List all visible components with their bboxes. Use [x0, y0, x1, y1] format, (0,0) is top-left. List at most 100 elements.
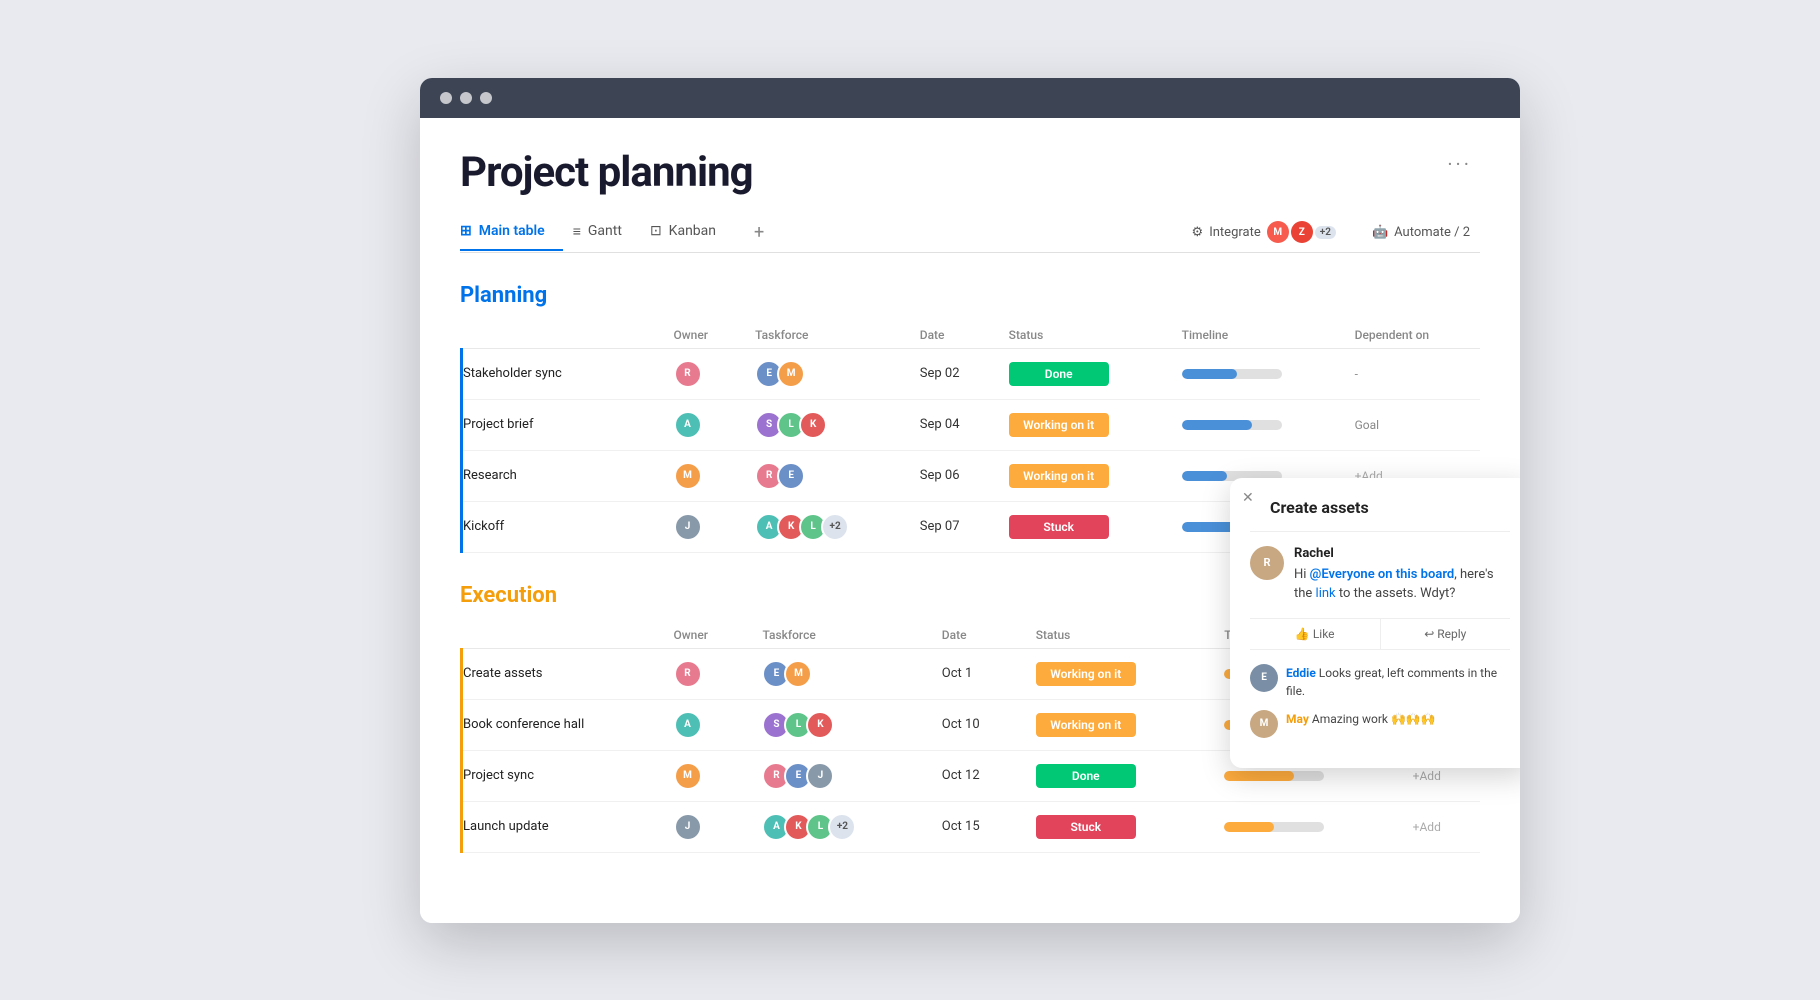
table-row: Stakeholder sync R E M: [462, 348, 1481, 399]
col-taskforce: Taskforce: [743, 322, 908, 349]
avatar: J: [674, 513, 702, 541]
tabs-right-actions: ⚙ Integrate M Z +2 🤖 Automate / 2: [1182, 215, 1480, 249]
col-timeline: Timeline: [1170, 322, 1343, 349]
col-task: [462, 622, 662, 649]
comment-panel-title: Create assets: [1250, 498, 1510, 517]
comment-panel: ✕ Create assets R Rachel Hi @Everyone on…: [1230, 478, 1520, 768]
monday-icon: M: [1267, 221, 1289, 243]
reply-avatar-eddie: E: [1250, 664, 1278, 692]
comment-body: Rachel Hi @Everyone on this board, here'…: [1294, 546, 1510, 604]
tab-gantt[interactable]: ≡ Gantt: [573, 213, 640, 252]
integrate-button[interactable]: ⚙ Integrate M Z +2: [1182, 215, 1346, 249]
col-taskforce: Taskforce: [750, 622, 929, 649]
status-cell: Stuck: [997, 501, 1170, 552]
date-cell: Oct 1: [930, 648, 1024, 699]
add-view-button[interactable]: +: [744, 222, 774, 243]
status-cell: Done: [997, 348, 1170, 399]
status-badge: Stuck: [1009, 515, 1109, 539]
owner-cell: J: [662, 801, 751, 852]
date-cell: Sep 07: [908, 501, 997, 552]
avatar: R: [674, 660, 702, 688]
tab-kanban-label: Kanban: [669, 223, 716, 239]
reply-content-eddie: Looks great, left comments in the file.: [1286, 666, 1497, 698]
col-owner: Owner: [662, 622, 751, 649]
task-name: Launch update: [462, 801, 662, 852]
comment-close-button[interactable]: ✕: [1242, 490, 1254, 506]
comment-divider: [1250, 531, 1510, 532]
reply-text-may: May Amazing work 🙌🙌🙌: [1286, 710, 1436, 728]
status-cell: Working on it: [1024, 648, 1212, 699]
date-cell: Oct 10: [930, 699, 1024, 750]
reply-author-eddie: Eddie: [1286, 666, 1316, 680]
table-row: Project brief A S L K: [462, 399, 1481, 450]
date-cell: Sep 02: [908, 348, 997, 399]
date-cell: Oct 12: [930, 750, 1024, 801]
avatar: J: [674, 813, 702, 841]
avatar: A: [674, 711, 702, 739]
automate-icon: 🤖: [1372, 225, 1388, 240]
col-status: Status: [997, 322, 1170, 349]
page-title: Project planning: [460, 148, 753, 197]
automate-button[interactable]: 🤖 Automate / 2: [1362, 219, 1480, 246]
status-badge: Done: [1036, 764, 1136, 788]
col-status: Status: [1024, 622, 1212, 649]
table-row: Launch update J A K L: [462, 801, 1481, 852]
owner-cell: J: [662, 501, 744, 552]
browser-dot-2: [460, 92, 472, 104]
status-badge: Done: [1009, 362, 1109, 386]
status-cell: Working on it: [997, 450, 1170, 501]
like-button[interactable]: 👍 Like: [1250, 619, 1381, 649]
taskforce-cell: E M: [743, 348, 908, 399]
avatar: E: [777, 462, 805, 490]
status-cell: Working on it: [1024, 699, 1212, 750]
taskforce-cell: S L K: [750, 699, 929, 750]
status-badge: Working on it: [1009, 413, 1109, 437]
taskforce-cell: R E J: [750, 750, 929, 801]
avatar: M: [674, 762, 702, 790]
comment-author-name: Rachel: [1294, 546, 1510, 561]
browser-window: Project planning ··· ⊞ Main table ≡ Gant…: [420, 78, 1520, 923]
col-date: Date: [930, 622, 1024, 649]
comment-author-avatar: R: [1250, 546, 1284, 580]
add-cell[interactable]: +Add: [1401, 801, 1480, 852]
comment-link[interactable]: link: [1316, 586, 1336, 601]
comment-text-after: to the assets. Wdyt?: [1336, 586, 1456, 601]
status-badge: Stuck: [1036, 815, 1136, 839]
reply-content-may: Amazing work 🙌🙌🙌: [1312, 712, 1436, 726]
avatar: A: [674, 411, 702, 439]
dependent-cell: Goal: [1343, 399, 1480, 450]
timeline-cell: [1212, 801, 1400, 852]
avatar-more: +2: [828, 813, 856, 841]
avatar: K: [799, 411, 827, 439]
reply-button[interactable]: ↩ Reply: [1381, 619, 1511, 649]
date-cell: Sep 04: [908, 399, 997, 450]
task-name: Project sync: [462, 750, 662, 801]
tab-gantt-label: Gantt: [588, 223, 622, 239]
owner-cell: M: [662, 450, 744, 501]
owner-cell: R: [662, 648, 751, 699]
taskforce-cell: A K L +2: [750, 801, 929, 852]
taskforce-cell: A K L +2: [743, 501, 908, 552]
avatar: M: [674, 462, 702, 490]
more-options-button[interactable]: ···: [1439, 148, 1480, 180]
task-name: Stakeholder sync: [462, 348, 662, 399]
browser-dot-3: [480, 92, 492, 104]
taskforce-cell: R E: [743, 450, 908, 501]
avatar: M: [777, 360, 805, 388]
tab-kanban[interactable]: ⊡ Kanban: [650, 213, 734, 251]
col-owner: Owner: [662, 322, 744, 349]
date-cell: Oct 15: [930, 801, 1024, 852]
owner-cell: M: [662, 750, 751, 801]
integration-icons: M Z +2: [1267, 221, 1336, 243]
integration-plus: +2: [1315, 226, 1336, 239]
owner-cell: A: [662, 399, 744, 450]
tab-main-table[interactable]: ⊞ Main table: [460, 213, 563, 251]
kanban-icon: ⊡: [650, 223, 662, 239]
avatar: R: [674, 360, 702, 388]
planning-table-header: Owner Taskforce Date Status Timeline Dep…: [462, 322, 1481, 349]
dependent-cell: -: [1343, 348, 1480, 399]
comment-actions: 👍 Like ↩ Reply: [1250, 618, 1510, 650]
task-name: Project brief: [462, 399, 662, 450]
task-name: Create assets: [462, 648, 662, 699]
status-cell: Stuck: [1024, 801, 1212, 852]
